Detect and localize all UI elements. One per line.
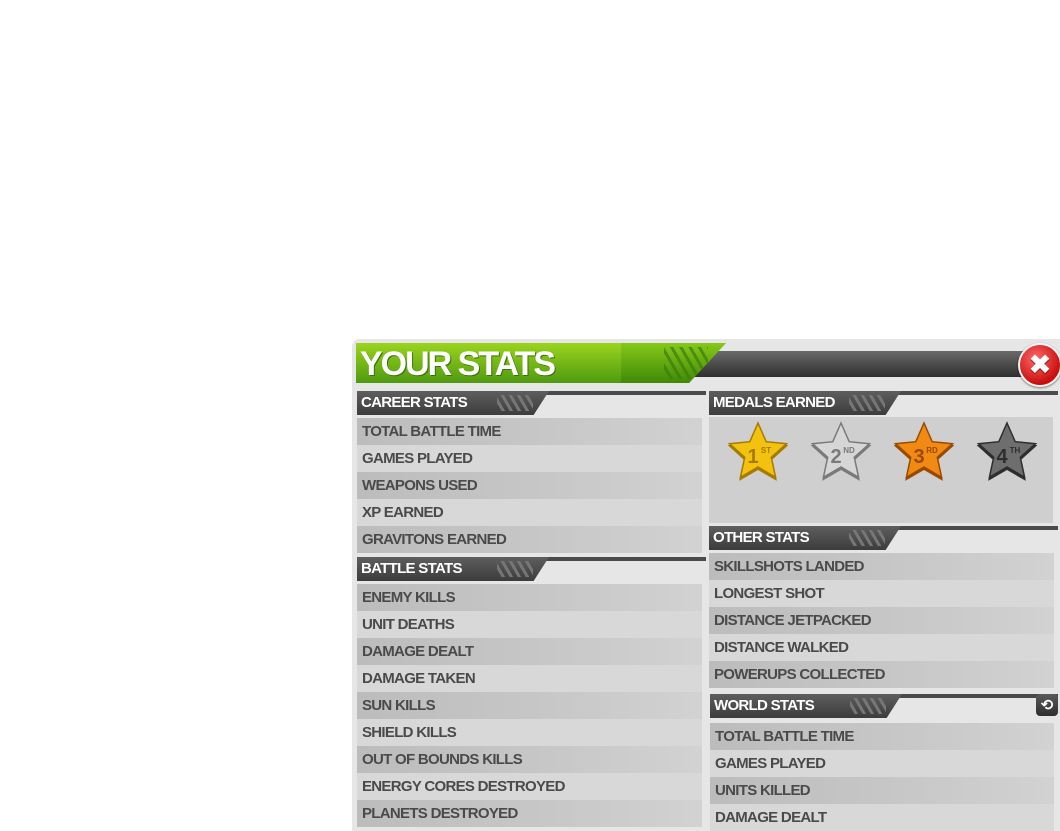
career-stat-row: WEAPONS USED xyxy=(357,472,706,499)
world-stats-list: TOTAL BATTLE TIME GAMES PLAYED UNITS KILLE… xyxy=(710,723,1058,831)
battle-stat-label: ENEMY KILLS xyxy=(362,589,456,606)
stats-panel: YOUR STATS ✖ CAREER STATS TOTAL BATTLE T… xyxy=(352,339,1060,831)
career-stat-label: TOTAL BATTLE TIME xyxy=(362,423,501,440)
career-stat-row: XP EARNED xyxy=(357,499,706,526)
medal-rank: 1 xyxy=(747,446,758,468)
other-stat-label: LONGEST SHOT xyxy=(714,585,825,602)
other-stat-label: DISTANCE JETPACKED xyxy=(714,612,872,629)
page-title: YOUR STATS xyxy=(360,345,556,383)
other-stat-row: POWERUPS COLLECTED xyxy=(709,661,1058,688)
world-stat-row: GAMES PLAYED xyxy=(710,750,1058,777)
battle-stats-title: BATTLE STATS xyxy=(361,560,462,577)
world-stats-section: WORLD STATS TOTAL BATTLE TIME GAMES PLAYE… xyxy=(710,694,1058,831)
other-stat-row: DISTANCE JETPACKED xyxy=(709,607,1058,634)
medal-rank: 4 xyxy=(996,446,1008,468)
other-stat-row: DISTANCE WALKED xyxy=(709,634,1058,661)
battle-stat-row: PLANETS DESTROYED xyxy=(357,800,706,827)
world-stat-label: UNITS KILLED xyxy=(715,782,811,799)
medal-rank-suffix: TH xyxy=(1010,446,1021,455)
battle-stat-row: DAMAGE TAKEN xyxy=(357,665,706,692)
battle-stat-row: ENEMY KILLS xyxy=(357,584,706,611)
career-stat-label: XP EARNED xyxy=(362,504,444,521)
battle-stat-label: SHIELD KILLS xyxy=(362,724,457,741)
battle-stat-row: SUN KILLS xyxy=(357,692,706,719)
other-stat-label: DISTANCE WALKED xyxy=(714,639,849,656)
battle-stat-label: ENERGY CORES DESTROYED xyxy=(362,778,565,795)
battle-stat-row: SHIELD KILLS xyxy=(357,719,706,746)
world-stat-row: UNITS KILLED xyxy=(710,777,1058,804)
world-stat-label: DAMAGE DEALT xyxy=(715,809,827,826)
other-stat-row: LONGEST SHOT xyxy=(709,580,1058,607)
battle-stat-label: OUT OF BOUNDS KILLS xyxy=(362,751,523,768)
career-stats-section: CAREER STATS TOTAL BATTLE TIME GAMES PLAY… xyxy=(357,391,706,553)
title-bar: YOUR STATS xyxy=(356,343,1056,383)
world-stat-row: DAMAGE DEALT xyxy=(710,804,1058,831)
career-stats-list: TOTAL BATTLE TIME GAMES PLAYED WEAPONS USE… xyxy=(357,418,706,553)
other-stat-label: POWERUPS COLLECTED xyxy=(714,666,885,683)
other-stat-label: SKILLSHOTS LANDED xyxy=(714,558,864,575)
battle-stat-row: UNIT DEATHS xyxy=(357,611,706,638)
close-button[interactable]: ✖ xyxy=(1018,343,1060,387)
medal-star-icon: 2 ND xyxy=(806,419,876,485)
other-stats-title: OTHER STATS xyxy=(713,529,810,546)
career-stat-label: GAMES PLAYED xyxy=(362,450,473,467)
battle-stats-section: BATTLE STATS ENEMY KILLS UNIT DEATHS DAMAG… xyxy=(357,557,706,827)
battle-stat-label: UNIT DEATHS xyxy=(362,616,455,633)
medal-star-icon: 1 ST xyxy=(723,419,793,485)
battle-stat-label: DAMAGE TAKEN xyxy=(362,670,476,687)
career-stat-label: GRAVITONS EARNED xyxy=(362,531,507,548)
battle-stat-label: PLANETS DESTROYED xyxy=(362,805,518,822)
career-stat-row: GRAVITONS EARNED xyxy=(357,526,706,553)
world-stat-row: TOTAL BATTLE TIME xyxy=(710,723,1058,750)
career-stat-row: TOTAL BATTLE TIME xyxy=(357,418,706,445)
medal-rank: 3 xyxy=(913,446,924,468)
battle-stats-list: ENEMY KILLS UNIT DEATHS DAMAGE DEALT DAMAGE… xyxy=(357,584,706,827)
refresh-icon[interactable]: ⟲ xyxy=(1036,694,1058,716)
battle-stat-label: DAMAGE DEALT xyxy=(362,643,474,660)
medal-star-icon: 4 TH xyxy=(972,419,1042,485)
world-stat-label: GAMES PLAYED xyxy=(715,755,826,772)
medal-rank: 2 xyxy=(830,446,841,468)
medal-star-icon: 3 RD xyxy=(889,419,959,485)
medal-rank-suffix: RD xyxy=(926,446,938,455)
world-stats-title: WORLD STATS xyxy=(714,697,815,714)
close-icon: ✖ xyxy=(1028,349,1052,380)
other-stats-list: SKILLSHOTS LANDED LONGEST SHOT DISTANCE JE… xyxy=(709,553,1058,688)
world-stat-label: TOTAL BATTLE TIME xyxy=(715,728,854,745)
medal-rank-suffix: ND xyxy=(843,446,855,455)
battle-stat-label: SUN KILLS xyxy=(362,697,436,714)
medals-box: 1 ST 2 ND 3 RD 4 TH xyxy=(709,417,1053,523)
career-stats-title: CAREER STATS xyxy=(361,394,468,411)
other-stats-section: OTHER STATS SKILLSHOTS LANDED LONGEST SHO… xyxy=(709,526,1058,688)
battle-stat-row: OUT OF BOUNDS KILLS xyxy=(357,746,706,773)
career-stat-row: GAMES PLAYED xyxy=(357,445,706,472)
medals-section: MEDALS EARNED 1 ST 2 ND 3 RD 4 TH xyxy=(709,391,1058,523)
medals-title: MEDALS EARNED xyxy=(713,394,835,411)
medal-rank-suffix: ST xyxy=(761,446,771,455)
battle-stat-row: ENERGY CORES DESTROYED xyxy=(357,773,706,800)
battle-stat-row: DAMAGE DEALT xyxy=(357,638,706,665)
career-stat-label: WEAPONS USED xyxy=(362,477,478,494)
other-stat-row: SKILLSHOTS LANDED xyxy=(709,553,1058,580)
